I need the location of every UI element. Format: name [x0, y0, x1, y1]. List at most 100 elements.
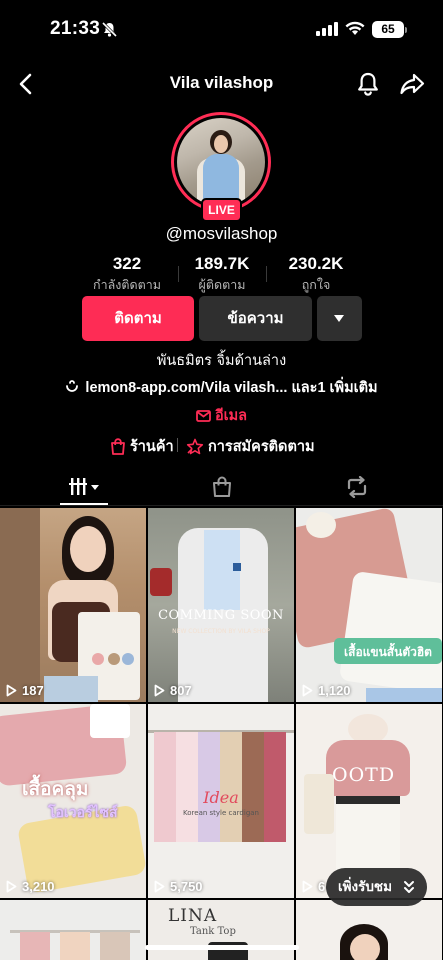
tabs-divider	[0, 505, 443, 506]
play-icon	[302, 880, 313, 893]
thumb-caption: OOTD	[332, 764, 396, 786]
thumb-garment	[60, 932, 90, 960]
play-icon	[302, 684, 313, 697]
thumb-bear	[108, 653, 120, 665]
repost-icon	[347, 476, 367, 498]
thumb-face	[70, 526, 106, 572]
battery-indicator: 65	[372, 21, 404, 38]
thumb-embroidery	[233, 563, 241, 571]
subscribe-link[interactable]: การสมัครติดตาม	[186, 435, 315, 458]
shop-divider	[177, 438, 178, 452]
stat-likes-label: ถูกใจ	[301, 277, 331, 292]
thumb-white-shirt	[338, 570, 442, 696]
stat-following-value: 322	[112, 254, 142, 273]
subscribe-label: การสมัครติดตาม	[208, 439, 315, 455]
follow-button[interactable]: ติดตาม	[82, 296, 194, 341]
shop-bag-icon	[213, 476, 231, 497]
stat-followers[interactable]: 189.7K ผู้ติดตาม	[179, 254, 265, 295]
thumb-face	[350, 934, 380, 960]
view-count: 3,210	[6, 879, 55, 894]
thumb-garment	[176, 732, 198, 842]
stat-likes-value: 230.2K	[288, 254, 344, 273]
stat-following-label: กำลังติดตาม	[93, 277, 161, 292]
video-thumbnail[interactable]: COMMING SOON NEW COLLECTION BY VILA SHOP…	[148, 508, 294, 702]
profile-username: @mosvilashop	[165, 224, 278, 243]
recently-watched-button[interactable]: เพิ่งรับชม	[326, 868, 427, 906]
tab-videos[interactable]	[56, 470, 116, 506]
profile-tabs	[0, 470, 443, 506]
thumb-garment	[264, 732, 286, 842]
view-count-text: 807	[170, 683, 192, 698]
avatar	[177, 118, 265, 206]
video-thumbnail[interactable]: เสื้อคลุม โอเวอร์ไซส์ 3,210	[0, 704, 146, 898]
view-count: 6	[302, 879, 325, 894]
video-thumbnail[interactable]: LINA Tank Top	[148, 900, 294, 960]
thumb-garment	[154, 732, 176, 842]
battery-tip	[405, 27, 407, 33]
profile-stats: 322 กำลังติดตาม 189.7K ผู้ติดตาม 230.2K …	[0, 254, 443, 294]
view-count-text: 5,750	[170, 879, 203, 894]
thumb-door	[0, 508, 40, 702]
message-button[interactable]: ข้อความ	[199, 296, 312, 341]
thumb-caption: COMMING SOON	[158, 608, 284, 623]
play-icon	[154, 684, 165, 697]
profile-link-text: lemon8-app.com/Vila vilash... และ1 เพิ่ม…	[85, 380, 378, 396]
notification-bell-icon[interactable]	[354, 70, 382, 98]
thumb-belt	[336, 796, 400, 804]
wifi-icon	[345, 21, 365, 35]
cellular-signal-icon	[316, 22, 338, 36]
play-icon	[6, 880, 17, 893]
profile-link[interactable]: lemon8-app.com/Vila vilash... และ1 เพิ่ม…	[0, 376, 443, 399]
thumb-jeans	[366, 688, 442, 702]
mail-icon	[196, 410, 211, 422]
shop-subscribe-row: ร้านค้า การสมัครติดตาม	[0, 435, 443, 457]
more-options-button[interactable]	[317, 296, 362, 341]
tab-shop[interactable]	[192, 470, 252, 506]
view-count: 1,120	[302, 683, 351, 698]
video-thumbnail[interactable]: เสื้อแขนสั้นตัวฮิต 1,120	[296, 508, 442, 702]
shop-link[interactable]: ร้านค้า	[110, 435, 174, 458]
view-count-text: 187	[22, 683, 44, 698]
thumb-caption-sub: โอเวอร์ไซส์	[48, 805, 118, 821]
thumb-caption-sub: NEW COLLECTION BY VILA SHOP	[172, 628, 270, 635]
avatar-figure-face	[214, 135, 228, 153]
double-chevron-down-icon	[404, 881, 414, 893]
star-badge-icon	[186, 438, 204, 455]
live-badge[interactable]: LIVE	[201, 198, 242, 222]
thumb-caption-sub: Tank Top	[190, 926, 236, 937]
thumb-garment	[20, 932, 50, 960]
home-indicator[interactable]	[145, 945, 299, 950]
thumb-jeans	[44, 676, 98, 702]
email-label: อีเมล	[214, 408, 248, 424]
view-count: 5,750	[154, 879, 203, 894]
thumb-bag	[304, 774, 334, 834]
stat-divider	[266, 266, 267, 282]
avatar-figure-body	[203, 154, 239, 204]
status-time: 21:33	[50, 18, 101, 39]
thumb-cup	[150, 568, 172, 596]
thumb-caption: LINA	[168, 906, 218, 926]
stat-likes[interactable]: 230.2K ถูกใจ	[270, 254, 362, 295]
video-thumbnail[interactable]	[296, 900, 442, 960]
thumb-tag	[90, 704, 130, 738]
caret-down-icon	[334, 315, 344, 322]
avatar-live-ring[interactable]	[171, 112, 271, 212]
top-nav: Vila vilashop	[0, 60, 443, 108]
stat-following[interactable]: 322 กำลังติดตาม	[76, 254, 178, 295]
recently-watched-label: เพิ่งรับชม	[338, 879, 392, 895]
view-count-text: 1,120	[318, 683, 351, 698]
view-count: 187	[6, 683, 44, 698]
video-thumbnail[interactable]	[0, 900, 146, 960]
view-count-text: 3,210	[22, 879, 55, 894]
view-count: 807	[154, 683, 192, 698]
shopping-bag-icon	[111, 438, 125, 455]
share-arrow-icon[interactable]	[398, 70, 426, 98]
thumb-caption: Idea	[203, 788, 239, 807]
tab-reposts[interactable]	[327, 470, 387, 506]
thumb-plush	[306, 512, 336, 538]
video-thumbnail[interactable]: Idea Korean style cardigan 5,750	[148, 704, 294, 898]
profile-bio: พันธมิตร จิ้มด้านล่าง	[156, 353, 287, 369]
video-thumbnail[interactable]: 187	[0, 508, 146, 702]
email-link[interactable]: อีเมล	[0, 404, 443, 427]
thumb-caption: เสื้อแขนสั้นตัวฮิต	[344, 645, 432, 659]
